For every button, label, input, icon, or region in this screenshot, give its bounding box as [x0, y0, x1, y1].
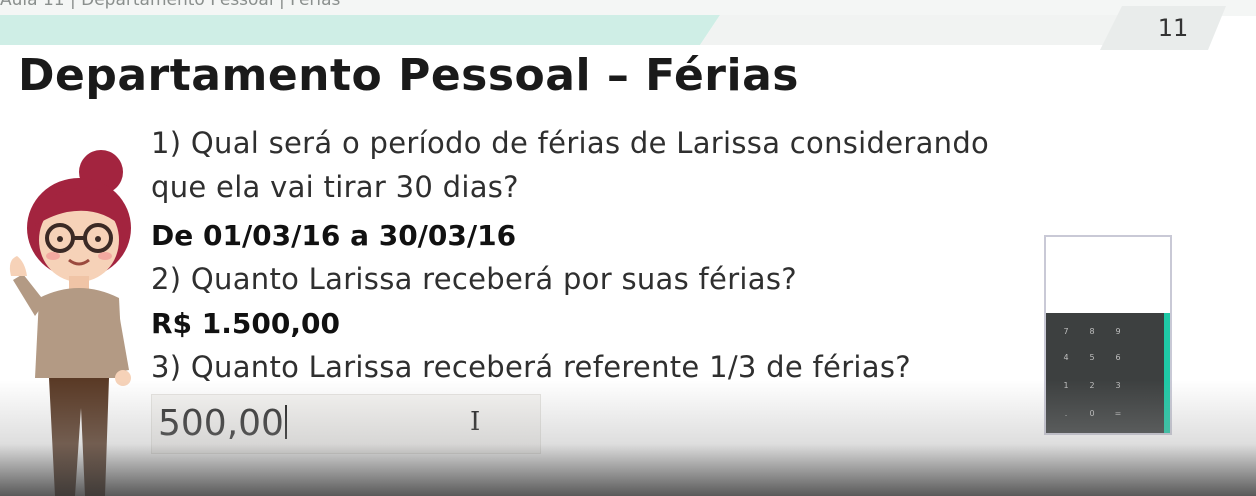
- calc-key-3[interactable]: 3: [1110, 381, 1126, 390]
- calculator-widget[interactable]: 7 8 9 4 5 6 1 2 3 . 0 =: [1044, 235, 1172, 435]
- question-1-line-2: que ela vai tirar 30 dias?: [151, 170, 519, 204]
- calculator-display: [1046, 237, 1170, 313]
- calc-key-4[interactable]: 4: [1058, 353, 1074, 362]
- i-beam-cursor-icon: I: [470, 407, 481, 437]
- calc-key-9[interactable]: 9: [1110, 327, 1126, 336]
- answer-1: De 01/03/16 a 30/03/16: [151, 219, 517, 252]
- question-3: 3) Quanto Larissa receberá referente 1/3…: [151, 350, 911, 384]
- calc-key-dot[interactable]: .: [1058, 409, 1074, 418]
- calc-key-1[interactable]: 1: [1058, 381, 1074, 390]
- answer-2: R$ 1.500,00: [151, 307, 340, 340]
- calc-key-5[interactable]: 5: [1084, 353, 1100, 362]
- calc-key-7[interactable]: 7: [1058, 327, 1074, 336]
- slide-number: 11: [1157, 14, 1189, 42]
- breadcrumb: Aula 11 | Departamento Pessoal | Férias: [0, 0, 341, 10]
- calc-key-0[interactable]: 0: [1084, 409, 1100, 418]
- calculator-accent-bar: [1164, 313, 1170, 433]
- question-2: 2) Quanto Larissa receberá por suas féri…: [151, 262, 797, 296]
- calc-key-8[interactable]: 8: [1084, 327, 1100, 336]
- text-caret: [284, 405, 287, 439]
- teacher-avatar-illustration: [9, 150, 131, 496]
- answer-3-value[interactable]: 500,00: [158, 403, 287, 444]
- calc-key-equals[interactable]: =: [1110, 409, 1126, 418]
- header-band: [0, 15, 1180, 45]
- question-1-line-1: 1) Qual será o período de férias de Lari…: [151, 126, 990, 160]
- answer-3-input[interactable]: 500,00 I: [151, 394, 541, 454]
- calc-key-6[interactable]: 6: [1110, 353, 1126, 362]
- calc-key-2[interactable]: 2: [1084, 381, 1100, 390]
- page-title: Departamento Pessoal – Férias: [18, 50, 799, 101]
